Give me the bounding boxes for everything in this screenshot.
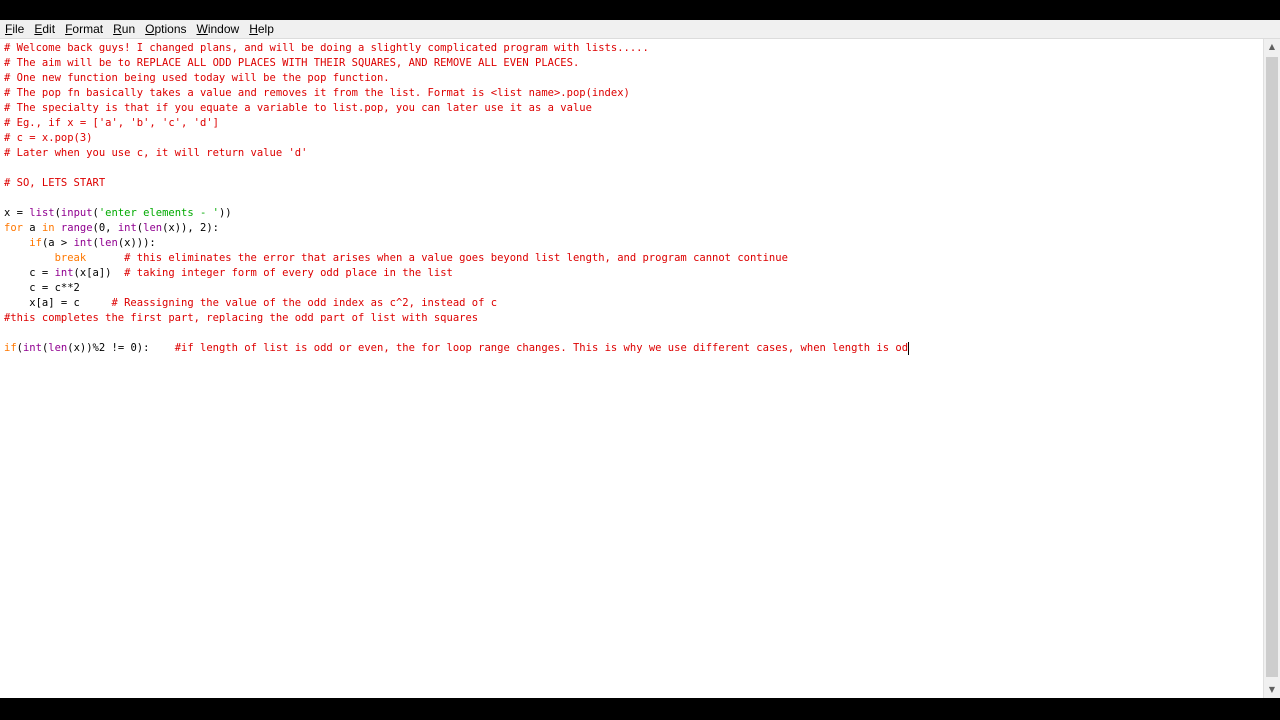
menu-run[interactable]: Run [108,20,140,38]
text-cursor [908,341,910,355]
menu-format[interactable]: Format [60,20,108,38]
scroll-up-arrow-icon[interactable]: ▲ [1264,39,1280,55]
code-line-7: # c = x.pop(3) [4,132,93,144]
code-line-3: # One new function being used today will… [4,72,390,84]
code-line-15: break # this eliminates the error that a… [54,252,788,264]
idle-editor-window: File Edit Format Run Options Window Help… [0,20,1280,698]
code-line-19: #this completes the first part, replacin… [4,312,479,324]
code-line-12: x = list(input('enter elements - ')) [4,207,232,219]
vertical-scrollbar[interactable]: ▲ ▼ [1263,39,1280,698]
code-line-13: for a in range(0, int(len(x)), 2): [4,222,219,234]
code-line-1: # Welcome back guys! I changed plans, an… [4,42,649,54]
code-line-6: # Eg., if x = ['a', 'b', 'c', 'd'] [4,117,219,129]
menu-options[interactable]: Options [140,20,191,38]
code-editor[interactable]: # Welcome back guys! I changed plans, an… [0,39,1264,698]
code-line-4: # The pop fn basically takes a value and… [4,87,630,99]
menu-window[interactable]: Window [192,20,245,38]
scroll-down-arrow-icon[interactable]: ▼ [1264,682,1280,698]
code-line-2: # The aim will be to REPLACE ALL ODD PLA… [4,57,580,69]
menu-file[interactable]: File [0,20,29,38]
code-line-14: if(a > int(len(x))): [29,237,156,249]
menu-edit[interactable]: Edit [29,20,60,38]
code-line-17: c = c**2 [4,282,80,294]
code-line-5: # The specialty is that if you equate a … [4,102,592,114]
menu-bar: File Edit Format Run Options Window Help [0,20,1280,39]
code-line-21: if(int(len(x))%2 != 0): #if length of li… [4,341,910,355]
code-line-10: # SO, LETS START [4,177,106,189]
menu-help[interactable]: Help [244,20,279,38]
code-line-16: c = int(x[a]) # taking integer form of e… [4,267,453,279]
code-line-8: # Later when you use c, it will return v… [4,147,308,159]
code-line-18: x[a] = c # Reassigning the value of the … [4,297,498,309]
scroll-thumb[interactable] [1266,57,1278,677]
